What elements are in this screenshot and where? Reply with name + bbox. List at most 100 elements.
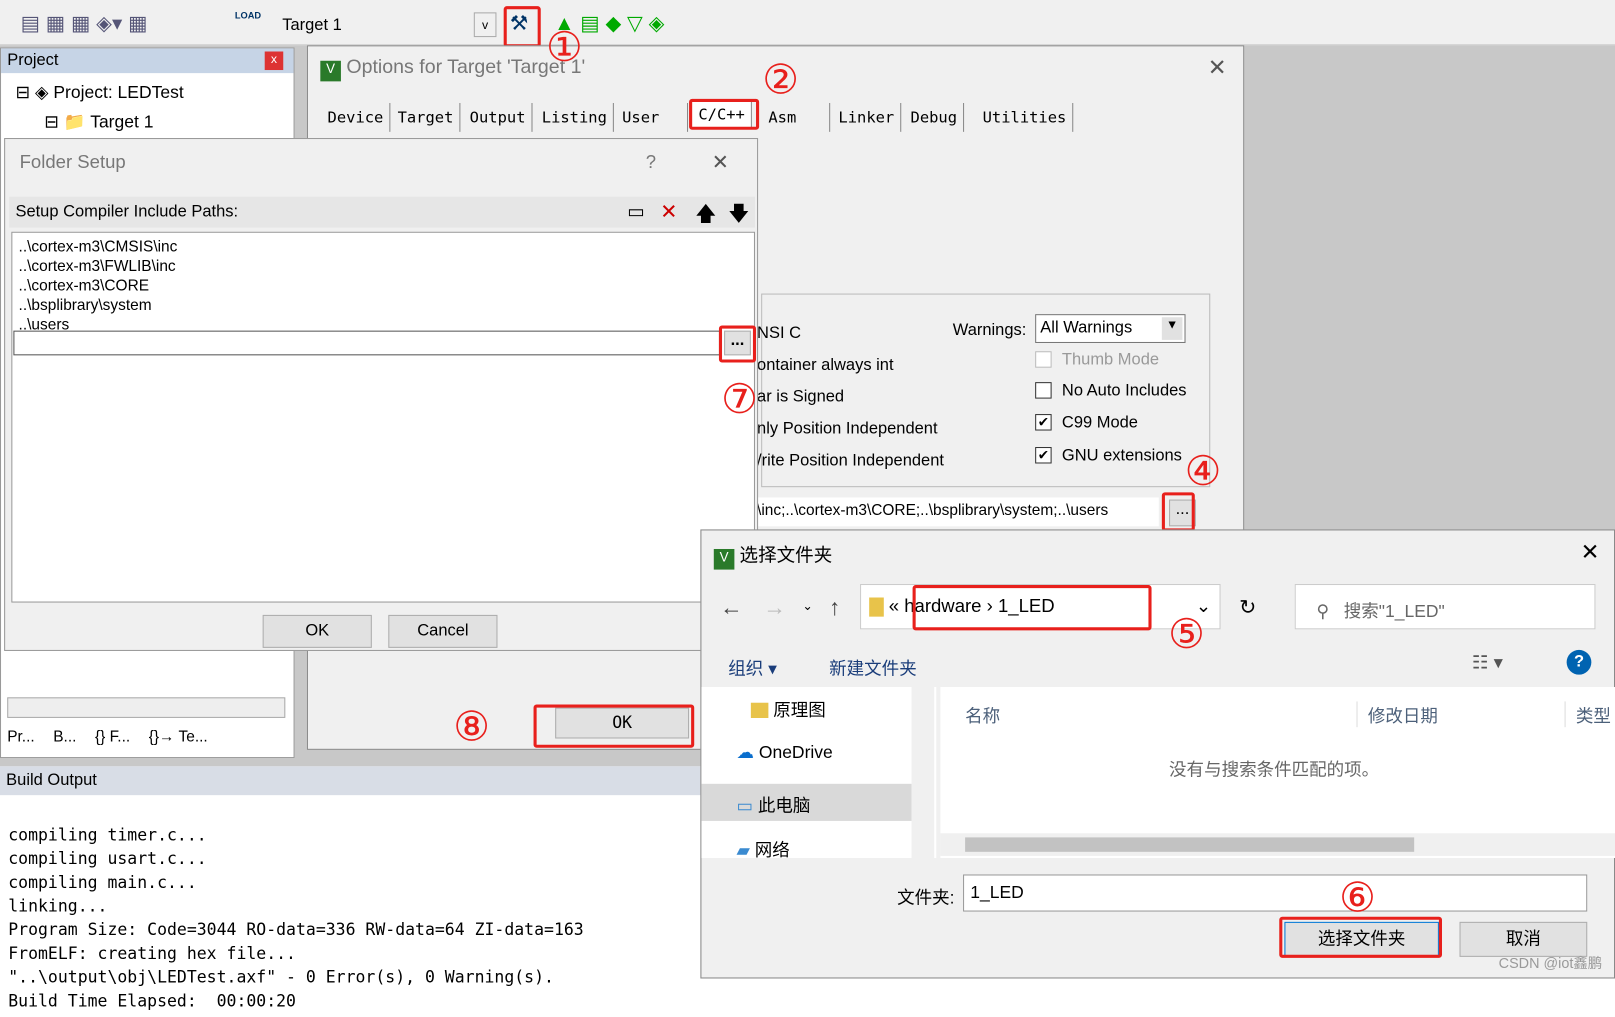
new-folder-button[interactable]: 新建文件夹 bbox=[829, 654, 917, 680]
folder-label: 文件夹: bbox=[897, 887, 955, 908]
up-icon[interactable]: ↑ bbox=[829, 594, 840, 621]
checkbox-no-auto-includes[interactable] bbox=[1035, 382, 1052, 399]
tab-functions[interactable]: {} F... bbox=[95, 728, 130, 746]
list-item[interactable]: ..\cortex-m3\CMSIS\inc bbox=[19, 237, 748, 257]
annotation-8: ⑧ bbox=[453, 704, 491, 750]
list-item[interactable]: ..\cortex-m3\CORE bbox=[19, 276, 748, 296]
toolbar-icons[interactable]: ▤ ▦ ▦ ◈▾ ▦ bbox=[21, 10, 148, 36]
new-path-input[interactable] bbox=[13, 330, 720, 356]
annotation-4: ④ bbox=[1184, 449, 1222, 495]
list-item[interactable]: ..\bsplibrary\system bbox=[19, 296, 748, 316]
option-plain-char[interactable]: ar is Signed bbox=[757, 381, 944, 413]
close-icon[interactable]: ✕ bbox=[1208, 55, 1227, 82]
toolbar: ▤ ▦ ▦ ◈▾ ▦ LOAD Target 1 v ⚒ ▲ ▤ ◆ ▽ ◈ bbox=[0, 0, 1615, 46]
tab-project[interactable]: Pr... bbox=[7, 728, 34, 746]
move-up-icon[interactable]: 🡅 bbox=[695, 199, 716, 234]
refresh-icon[interactable]: ↻ bbox=[1239, 594, 1256, 620]
annotation-7: ⑦ bbox=[721, 376, 758, 423]
folder-icon: ▇ bbox=[869, 595, 884, 616]
checkbox-c99-mode[interactable]: ✔ bbox=[1035, 414, 1052, 431]
chevron-down-icon: v bbox=[473, 12, 497, 38]
option-rwpi[interactable]: /rite Position Independent bbox=[757, 445, 944, 477]
folder-setup-dialog: Folder Setup ? ✕ Setup Compiler Include … bbox=[4, 138, 759, 651]
column-name[interactable]: 名称 bbox=[965, 701, 1000, 727]
build-output-title: Build Output bbox=[0, 766, 711, 796]
folder-picker-dialog: V 选择文件夹 ✕ ← → ⌄ ↑ ▇ « hardware › 1_LED ⌄… bbox=[700, 529, 1615, 979]
folder-icon: ▇ bbox=[750, 700, 769, 720]
tab-user[interactable]: User bbox=[615, 103, 689, 132]
horizontal-scrollbar[interactable] bbox=[940, 833, 1615, 856]
column-type[interactable]: 类型 bbox=[1564, 701, 1611, 728]
include-path-list: ..\cortex-m3\CMSIS\inc ..\cortex-m3\FWLI… bbox=[11, 231, 755, 603]
checkbox-gnu-extensions[interactable]: ✔ bbox=[1035, 447, 1052, 464]
close-icon[interactable]: x bbox=[264, 51, 284, 71]
nav-pane: ▇ 原理图 ☁ OneDrive ▭ 此电脑 ▰ 网络 bbox=[701, 687, 937, 861]
include-paths-field[interactable]: \inc;..\cortex-m3\CORE;..\bsplibrary\sys… bbox=[757, 497, 1159, 527]
file-list: 名称 修改日期 类型 没有与搜索条件匹配的项。 bbox=[940, 687, 1615, 858]
tab-utilities[interactable]: Utilities bbox=[976, 103, 1074, 132]
build-output-panel: Build Output compiling timer.c... compili… bbox=[0, 766, 711, 1010]
recent-chevron-icon[interactable]: ⌄ bbox=[802, 598, 812, 612]
option-ansi-c[interactable]: NSI C bbox=[757, 317, 944, 349]
option-enum-container[interactable]: ontainer always int bbox=[757, 349, 944, 381]
build-log: compiling timer.c... compiling usart.c...… bbox=[8, 825, 584, 1011]
tab-device[interactable]: Device bbox=[321, 103, 391, 132]
organize-menu[interactable]: 组织 ▾ bbox=[728, 654, 777, 680]
include-paths-label: Setup Compiler Include Paths: bbox=[15, 202, 239, 221]
annotation-6: ⑥ bbox=[1339, 875, 1376, 921]
close-icon[interactable]: ✕ bbox=[1581, 539, 1600, 566]
network-icon: ▰ bbox=[736, 840, 750, 861]
back-icon[interactable]: ← bbox=[720, 594, 743, 621]
warnings-select[interactable]: All Warnings ▼ bbox=[1035, 314, 1186, 343]
help-button[interactable]: ? bbox=[646, 151, 656, 173]
help-icon[interactable]: ? bbox=[1566, 649, 1592, 675]
tab-target[interactable]: Target bbox=[391, 103, 461, 132]
tab-output[interactable]: Output bbox=[463, 103, 533, 132]
new-folder-icon[interactable]: ▭ bbox=[627, 201, 645, 223]
tab-asm[interactable]: Asm bbox=[762, 103, 831, 132]
tree-project-root[interactable]: ⊟ ◈ Project: LEDTest bbox=[15, 82, 183, 103]
nav-item-schematic[interactable]: ▇ 原理图 bbox=[751, 695, 826, 721]
nav-item-onedrive[interactable]: ☁ OneDrive bbox=[736, 743, 832, 764]
option-ropi[interactable]: nly Position Independent bbox=[757, 413, 944, 445]
tab-templates[interactable]: {}→ Te... bbox=[149, 728, 208, 746]
annotation-5: ⑤ bbox=[1168, 611, 1206, 658]
view-options-icon[interactable]: ☷ ▾ bbox=[1472, 652, 1503, 674]
close-icon[interactable]: ✕ bbox=[712, 149, 729, 175]
computer-icon: ▭ bbox=[736, 796, 753, 816]
annotation-1: ① bbox=[545, 24, 583, 71]
keil-icon: V bbox=[713, 548, 735, 570]
picker-title: V 选择文件夹 bbox=[713, 541, 832, 570]
tab-debug[interactable]: Debug bbox=[904, 103, 965, 132]
project-bottom-tabs: Pr... B... {} F... {}→ Te... bbox=[7, 728, 208, 746]
cancel-button[interactable]: Cancel bbox=[388, 614, 498, 648]
cancel-button[interactable]: 取消 bbox=[1459, 921, 1588, 957]
tab-linker[interactable]: Linker bbox=[832, 103, 902, 132]
cloud-icon: ☁ bbox=[736, 742, 754, 763]
forward-icon[interactable]: → bbox=[763, 594, 786, 621]
search-input[interactable]: ⚲ 搜索"1_LED" bbox=[1294, 584, 1596, 630]
column-date[interactable]: 修改日期 bbox=[1356, 701, 1438, 728]
nav-scrollbar[interactable] bbox=[911, 687, 935, 858]
load-icon[interactable]: LOAD bbox=[235, 10, 261, 20]
tab-listing[interactable]: Listing bbox=[535, 103, 615, 132]
nav-item-this-pc[interactable]: ▭ 此电脑 bbox=[701, 783, 912, 821]
ok-button[interactable]: OK bbox=[262, 614, 372, 648]
left-options: NSI C ontainer always int ar is Signed n… bbox=[757, 317, 944, 477]
target-select[interactable]: Target 1 v bbox=[274, 12, 497, 39]
folder-input[interactable]: 1_LED bbox=[963, 874, 1588, 912]
delete-icon[interactable]: ✕ bbox=[660, 199, 677, 225]
tree-target[interactable]: ⊟ 📁 Target 1 bbox=[44, 112, 153, 133]
list-item[interactable]: ..\cortex-m3\FWLIB\inc bbox=[19, 256, 748, 276]
folder-setup-title: Folder Setup bbox=[19, 151, 126, 173]
empty-message: 没有与搜索条件匹配的项。 bbox=[1169, 760, 1380, 780]
nav-item-network[interactable]: ▰ 网络 bbox=[736, 835, 789, 861]
checkbox-thumb-mode[interactable] bbox=[1035, 351, 1052, 368]
horizontal-scrollbar[interactable] bbox=[7, 697, 286, 718]
warnings-label: Warnings: bbox=[952, 321, 1027, 339]
project-title: Project x bbox=[1, 48, 294, 74]
move-down-icon[interactable]: 🡇 bbox=[728, 199, 749, 234]
annotation-2: ② bbox=[762, 57, 800, 103]
keil-icon: V bbox=[320, 60, 341, 82]
tab-books[interactable]: B... bbox=[53, 728, 76, 746]
